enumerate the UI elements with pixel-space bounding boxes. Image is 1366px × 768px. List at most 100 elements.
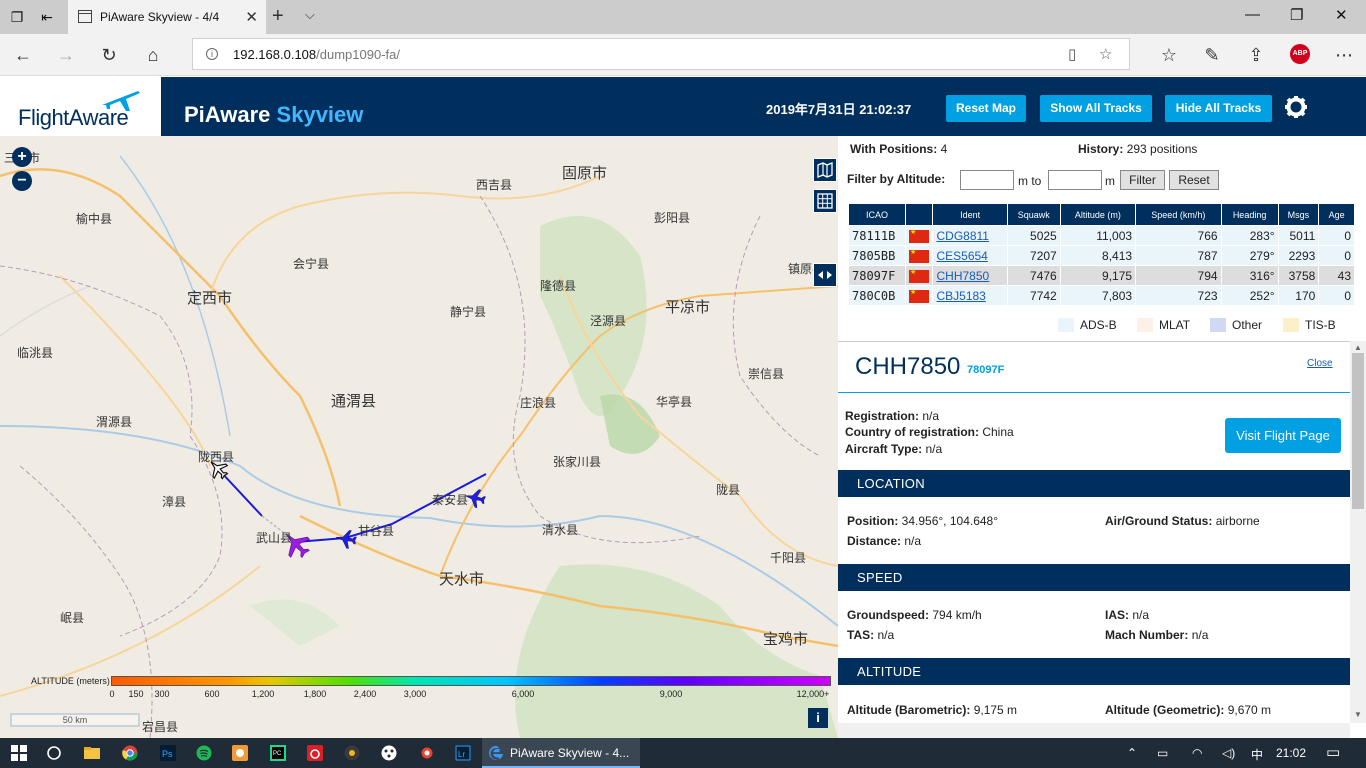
visit-flight-page-button[interactable]: Visit Flight Page (1225, 418, 1341, 453)
more-menu-icon[interactable]: ⋯ (1333, 44, 1355, 66)
ident-link[interactable]: CES5654 (932, 245, 1008, 266)
hide-all-tracks-button[interactable]: Hide All Tracks (1165, 95, 1272, 122)
geo-altitude-field: Altitude (Geometric): 9,670 m (1105, 703, 1272, 717)
back-icon[interactable]: ← (12, 44, 34, 66)
reading-view-icon[interactable]: ▯ (1068, 45, 1076, 63)
map-view[interactable]: 三河市 西吉县 固原市 榆中县 彭阳县 会宁县 镇原县 定西市 隆德县 静宁县 … (0, 136, 838, 738)
zoom-in-button[interactable]: + (12, 147, 32, 167)
map-info-button[interactable]: i (808, 708, 828, 728)
altitude-tick: 600 (204, 689, 220, 699)
map-place-label: 崇信县 (748, 367, 785, 381)
column-header[interactable]: Altitude (m) (1059, 203, 1137, 226)
forward-icon[interactable]: → (55, 44, 77, 66)
home-icon[interactable]: ⌂ (142, 44, 164, 66)
tray-chevron-up-icon[interactable]: ⌃ (1127, 746, 1137, 760)
column-header[interactable]: Speed (km/h) (1135, 203, 1222, 226)
flightaware-logo[interactable]: FlightAware (0, 77, 161, 136)
aircraft-row[interactable]: 780C0B CBJ5183 7742 7,803 723 252° 170 0 (848, 285, 1355, 306)
url-field[interactable]: i 192.168.0.108/dump1090-fa/ ▯ ☆ (192, 38, 1130, 70)
filter-reset-button[interactable]: Reset (1169, 170, 1219, 190)
ident-link[interactable]: CHH7850 (932, 265, 1008, 286)
aircraft-row-selected[interactable]: 78097F CHH7850 7476 9,175 794 316° 3758 … (848, 265, 1355, 286)
speed-cell: 766 (1135, 225, 1222, 246)
history-stat: History: 293 positions (1078, 142, 1198, 156)
taskbar-clock[interactable]: 21:02 (1276, 746, 1306, 760)
ident-link[interactable]: CBJ5183 (932, 285, 1008, 306)
new-tab-icon[interactable]: + (272, 5, 284, 28)
window-close-icon[interactable]: ✕ (1335, 6, 1348, 24)
zoom-out-button[interactable]: − (12, 171, 32, 191)
aircraft-row[interactable]: 7805BB CES5654 7207 8,413 787 279° 2293 … (848, 245, 1355, 266)
horizontal-scrollbar[interactable] (838, 723, 1350, 738)
filter-button[interactable]: Filter (1120, 170, 1165, 190)
scroll-down-icon[interactable]: ▼ (1354, 710, 1362, 719)
scroll-up-icon[interactable]: ▲ (1354, 343, 1362, 352)
spotify-icon[interactable] (196, 745, 212, 761)
altitude-max-input[interactable] (1048, 170, 1102, 190)
info-icon[interactable]: i (206, 48, 218, 60)
restore-icon[interactable]: ❐ (1290, 6, 1303, 24)
volume-icon[interactable]: ◁) (1222, 746, 1235, 760)
photoshop-icon[interactable]: Ps (160, 745, 176, 761)
wifi-icon[interactable]: ◠ (1192, 746, 1202, 760)
reset-map-button[interactable]: Reset Map (946, 95, 1026, 122)
minimize-icon[interactable]: — (1245, 6, 1260, 23)
scrollbar-thumb[interactable] (1352, 353, 1364, 509)
column-header[interactable]: Ident (932, 203, 1008, 226)
pen-icon[interactable]: ✎ (1201, 44, 1223, 66)
close-tab-icon[interactable]: ✕ (245, 8, 258, 26)
creative-cloud-icon[interactable] (307, 745, 323, 761)
windows-start-icon[interactable] (11, 745, 27, 761)
flag-cell (904, 265, 934, 286)
column-header[interactable]: ICAO (848, 203, 906, 226)
search-icon[interactable] (46, 745, 62, 761)
adblock-icon[interactable]: ABP (1290, 44, 1310, 64)
share-icon[interactable]: ⇪ (1245, 44, 1267, 66)
favorites-hub-icon[interactable]: ☆ (1158, 44, 1180, 66)
groundspeed-field: Groundspeed: 794 km/h (847, 608, 982, 622)
app-icon[interactable] (232, 745, 248, 761)
snail-icon[interactable] (418, 745, 434, 761)
aircraft-row[interactable]: 78111B CDG8811 5025 11,003 766 283° 5011… (848, 225, 1355, 246)
altitude-min-input[interactable] (960, 170, 1014, 190)
map-place-label: 清水县 (542, 523, 579, 537)
action-center-icon[interactable]: ▭ (1326, 743, 1340, 761)
msgs-cell: 5011 (1277, 225, 1320, 246)
speed-cell: 787 (1135, 245, 1222, 266)
msgs-cell: 3758 (1277, 265, 1320, 286)
squawk-cell: 7742 (1006, 285, 1061, 306)
column-header[interactable]: Age (1318, 203, 1355, 226)
battery-icon[interactable]: ▭ (1157, 746, 1168, 760)
column-header[interactable]: Squawk (1006, 203, 1061, 226)
map-place-label: 陇西县 (198, 450, 235, 464)
show-all-tracks-button[interactable]: Show All Tracks (1040, 95, 1152, 122)
gear-icon[interactable] (1284, 95, 1308, 119)
lightroom-icon[interactable]: Lr (455, 745, 471, 761)
tab-back-icon[interactable]: ⇤ (38, 8, 56, 26)
ime-indicator[interactable]: 中 (1251, 746, 1263, 763)
pycharm-icon[interactable]: PC (270, 745, 286, 761)
grid-icon[interactable] (813, 189, 837, 213)
taskbar-edge-window[interactable]: PiAware Skyview - 4... (482, 738, 640, 768)
column-header[interactable] (904, 203, 934, 226)
tab-actions-icon[interactable]: ❐ (8, 8, 26, 26)
game-icon[interactable] (381, 745, 397, 761)
legend-swatch-other (1210, 318, 1226, 332)
file-explorer-icon[interactable] (84, 745, 100, 761)
favorite-star-icon[interactable]: ☆ (1099, 45, 1112, 63)
column-header[interactable]: Msgs (1277, 203, 1320, 226)
column-header[interactable]: Heading (1220, 203, 1279, 226)
map-basemap (0, 155, 838, 738)
chevron-down-icon[interactable]: ⌵ (305, 7, 315, 23)
refresh-icon[interactable]: ↻ (98, 44, 120, 66)
detail-scrollbar[interactable]: ▲ ▼ (1350, 341, 1366, 723)
expand-panel-icon[interactable] (813, 263, 837, 287)
msgs-cell: 2293 (1277, 245, 1320, 266)
layers-map-icon[interactable] (813, 158, 837, 182)
ident-link[interactable]: CDG8811 (932, 225, 1008, 246)
media-player-icon[interactable] (344, 745, 360, 761)
detail-close-link[interactable]: Close (1307, 358, 1333, 369)
flag-cell (904, 225, 934, 246)
chrome-icon[interactable] (122, 745, 138, 761)
browser-tab[interactable]: PiAware Skyview - 4/4 ✕ (68, 0, 266, 34)
